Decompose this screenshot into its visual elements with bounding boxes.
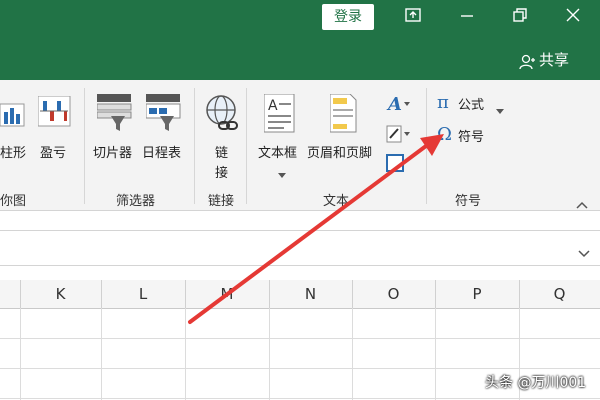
watermark: 头条 @万川001 — [485, 375, 587, 391]
annotation-arrow — [188, 134, 444, 324]
